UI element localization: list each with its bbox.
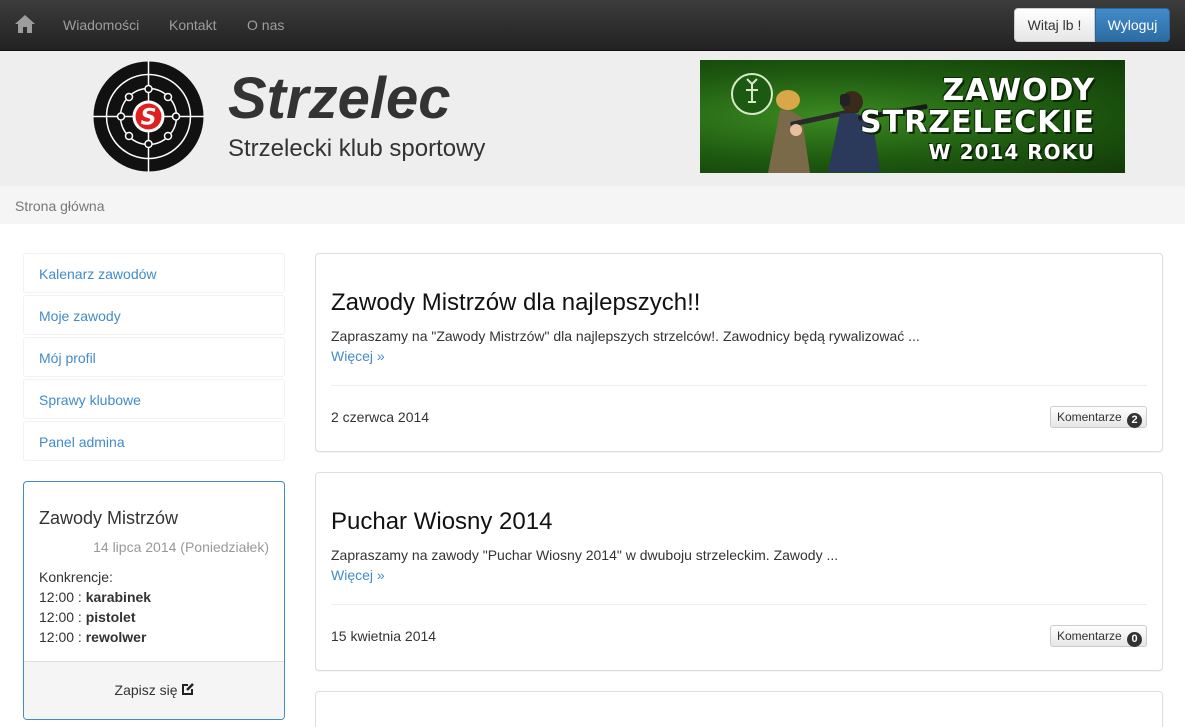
sidebar-item-label[interactable]: Kalenarz zawodów <box>39 266 157 282</box>
news-article <box>315 691 1163 727</box>
sidebar-item-label[interactable]: Mój profil <box>39 350 96 366</box>
nav-link-about[interactable]: O nas <box>247 17 284 33</box>
sidebar-item-label[interactable]: Sprawy klubowe <box>39 392 141 408</box>
upcoming-event-panel: Zawody Mistrzów 14 lipca 2014 (Poniedzia… <box>23 481 285 720</box>
article-excerpt: Zapraszamy na "Zawody Mistrzów" dla najl… <box>331 328 920 344</box>
signup-button[interactable]: Zapisz się <box>24 682 284 698</box>
news-article: Puchar Wiosny 2014 Zapraszamy na zawody … <box>315 472 1163 671</box>
site-header: S Strzelec Strzelecki klub sportowy ZAWO… <box>0 51 1185 186</box>
nav-link-contact[interactable]: Kontakt <box>169 17 216 33</box>
article-title[interactable]: Zawody Mistrzów dla najlepszych!! <box>331 289 700 317</box>
competition-item: 12:00 : pistolet <box>39 609 136 625</box>
site-title[interactable]: Strzelec <box>228 70 450 128</box>
greeting-button[interactable]: Witaj lb ! <box>1014 8 1095 42</box>
target-logo[interactable]: S <box>93 61 204 172</box>
banner-line-2: STRZELECKIE <box>860 105 1095 140</box>
logout-button[interactable]: Wyloguj <box>1095 8 1170 42</box>
news-article: Zawody Mistrzów dla najlepszych!! Zapras… <box>315 253 1163 452</box>
comments-button[interactable]: Komentarze 0 <box>1049 625 1147 647</box>
sidebar-item-my-events[interactable]: Moje zawody <box>23 295 285 335</box>
breadcrumb-home[interactable]: Strona główna <box>15 198 105 214</box>
sidebar-item-label[interactable]: Moje zawody <box>39 308 121 324</box>
top-navbar: Wiadomości Kontakt O nas Witaj lb ! Wylo… <box>0 0 1185 51</box>
site-subtitle: Strzelecki klub sportowy <box>228 135 486 162</box>
divider <box>331 604 1147 605</box>
sidebar-item-admin-panel[interactable]: Panel admina <box>23 421 285 461</box>
event-panel-footer: Zapisz się <box>24 661 284 719</box>
edit-icon <box>182 683 195 695</box>
sidebar-item-calendar[interactable]: Kalenarz zawodów <box>23 253 285 293</box>
event-title: Zawody Mistrzów <box>39 508 179 528</box>
banner-text: ZAWODY STRZELECKIE W 2014 ROKU <box>855 73 1095 164</box>
nav-link-news[interactable]: Wiadomości <box>63 17 139 33</box>
event-date: 14 lipca 2014 (Poniedziałek) <box>93 539 269 555</box>
article-date: 15 kwietnia 2014 <box>331 628 437 644</box>
competition-item: 12:00 : rewolwer <box>39 629 147 645</box>
article-title[interactable]: Puchar Wiosny 2014 <box>331 508 552 536</box>
home-icon[interactable] <box>14 14 36 34</box>
article-excerpt: Zapraszamy na zawody "Puchar Wiosny 2014… <box>331 547 839 563</box>
breadcrumb: Strona główna <box>0 186 1185 224</box>
read-more-link[interactable]: Więcej » <box>331 348 385 364</box>
banner-line-3: W 2014 ROKU <box>928 140 1095 164</box>
article-date: 2 czerwca 2014 <box>331 409 430 425</box>
competition-banner[interactable]: ZAWODY STRZELECKIE W 2014 ROKU <box>700 60 1125 173</box>
competition-item: 12:00 : karabinek <box>39 589 152 605</box>
sidebar-item-profile[interactable]: Mój profil <box>23 337 285 377</box>
comments-button[interactable]: Komentarze 2 <box>1049 406 1147 428</box>
comments-count-badge: 2 <box>1127 413 1142 428</box>
banner-line-1: ZAWODY <box>942 73 1095 108</box>
comments-count-badge: 0 <box>1127 632 1142 647</box>
comments-label[interactable]: Komentarze <box>1057 410 1122 424</box>
read-more-link[interactable]: Więcej » <box>331 567 385 583</box>
logo-letter: S <box>141 106 157 131</box>
sidebar-item-club-matters[interactable]: Sprawy klubowe <box>23 379 285 419</box>
sidebar-item-label[interactable]: Panel admina <box>39 434 125 450</box>
divider <box>331 385 1147 386</box>
comments-label[interactable]: Komentarze <box>1057 629 1122 643</box>
competitions-label: Konkrencje: <box>39 569 113 585</box>
signup-label[interactable]: Zapisz się <box>115 682 178 698</box>
